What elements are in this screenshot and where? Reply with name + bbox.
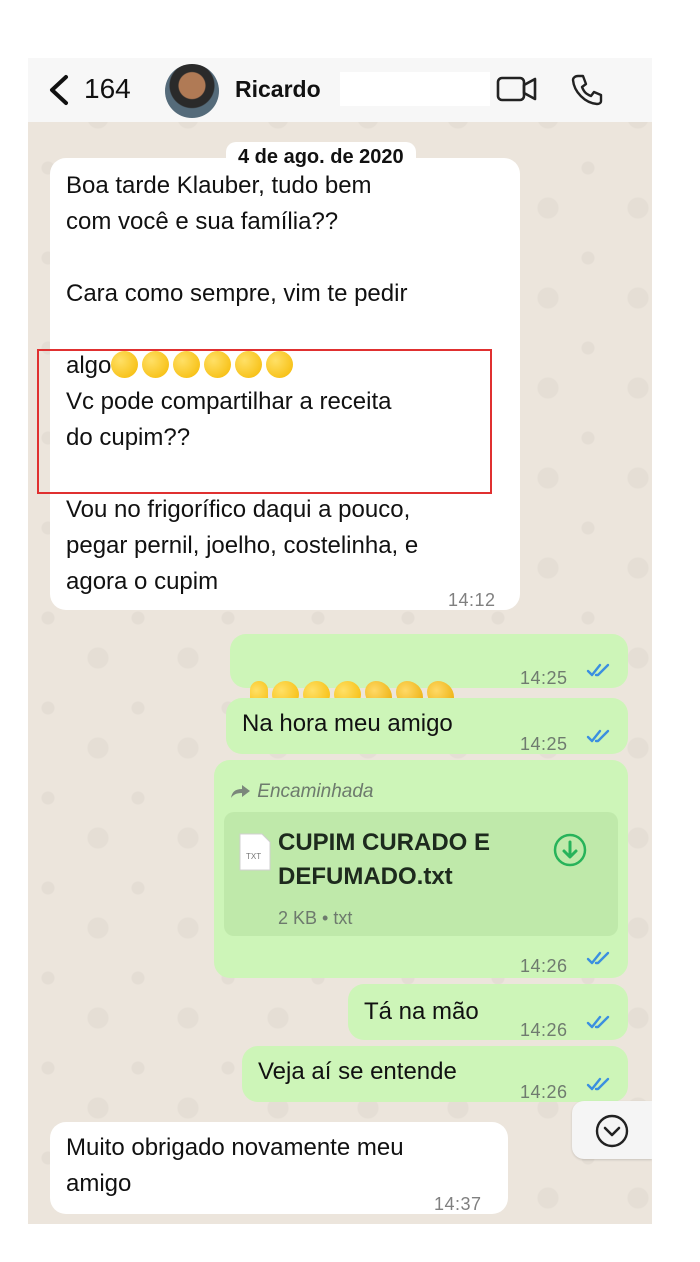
txt-file-icon: TXT: [239, 833, 271, 871]
chat-screen: 164 Ricardo Boa tarde Klauber, tudo bem …: [28, 58, 652, 1224]
message-time: 14:37: [434, 1194, 482, 1214]
message-text: Muito obrigado novamente meu amigo: [66, 1134, 404, 1197]
chevron-left-icon[interactable]: [46, 74, 72, 106]
file-attachment[interactable]: TXT CUPIM CURADO E DEFUMADO.txt 2 KB • t…: [224, 812, 618, 936]
message-time: 14:26: [520, 1020, 568, 1040]
file-name: CUPIM CURADO E DEFUMADO.txt: [278, 829, 491, 890]
svg-text:TXT: TXT: [246, 852, 261, 861]
read-ticks-icon: [586, 951, 610, 965]
video-call-icon[interactable]: [496, 74, 538, 104]
message-text: Veja aí se entende: [258, 1058, 457, 1085]
date-separator: 4 de ago. de 2020: [226, 142, 416, 173]
message-bubble-incoming[interactable]: Muito obrigado novamente meu amigo 14:37: [50, 1122, 508, 1214]
read-ticks-icon: [586, 1077, 610, 1091]
redaction-block: [340, 72, 490, 106]
message-text: Tá na mão: [364, 998, 479, 1025]
forward-arrow-icon: [231, 785, 250, 798]
scroll-to-bottom-button[interactable]: [572, 1101, 652, 1159]
message-bubble-outgoing[interactable]: Na hora meu amigo 14:25: [226, 698, 628, 754]
message-time: 14:26: [520, 956, 568, 976]
unread-count[interactable]: 164: [84, 73, 131, 105]
message-text: Vou no frigorífico daqui a pouco, pegar …: [66, 496, 419, 595]
message-bubble-outgoing[interactable]: Tá na mão 14:26: [348, 984, 628, 1040]
message-time: 14:25: [520, 734, 568, 754]
message-time: 14:25: [520, 668, 568, 688]
file-meta: 2 KB • txt: [278, 908, 353, 928]
read-ticks-icon: [586, 663, 610, 677]
phone-call-icon[interactable]: [570, 73, 604, 107]
chevron-down-icon: [595, 1114, 629, 1148]
message-text: Cara como sempre, vim te pedir: [66, 280, 408, 307]
download-icon[interactable]: [552, 832, 588, 868]
forwarded-label: Encaminhada: [230, 774, 373, 810]
message-time: 14:12: [448, 590, 496, 610]
message-bubble-outgoing[interactable]: Veja aí se entende 14:26: [242, 1046, 628, 1102]
message-text: Na hora meu amigo: [242, 710, 453, 737]
message-bubble-outgoing[interactable]: 14:25: [230, 634, 628, 708]
message-bubble-outgoing-file[interactable]: Encaminhada TXT CUPIM CURADO E DEFUMADO.…: [214, 760, 628, 978]
chat-header: 164 Ricardo: [28, 58, 652, 122]
message-time: 14:26: [520, 1082, 568, 1102]
highlight-annotation: [37, 349, 492, 494]
read-ticks-icon: [586, 1015, 610, 1029]
avatar[interactable]: [165, 64, 219, 118]
read-ticks-icon: [586, 729, 610, 743]
message-text: Boa tarde Klauber, tudo bem com você e s…: [66, 172, 372, 235]
contact-name[interactable]: Ricardo: [235, 76, 321, 103]
